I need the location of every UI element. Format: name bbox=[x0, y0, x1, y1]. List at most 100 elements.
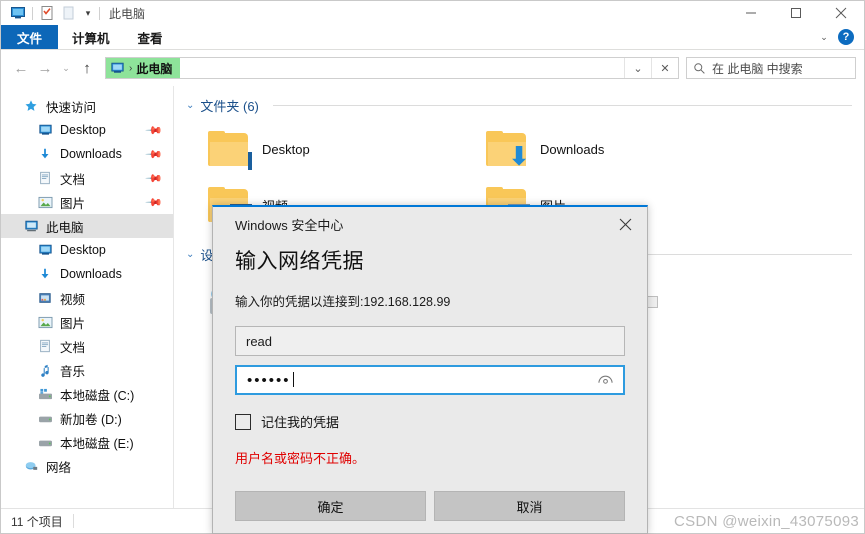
system-drive-icon bbox=[37, 386, 53, 402]
address-dropdown-icon[interactable]: ⌄ bbox=[624, 58, 651, 78]
sidebar-item-network[interactable]: 网络 bbox=[1, 454, 173, 478]
sidebar-item-label: 本地磁盘 (E:) bbox=[60, 436, 134, 451]
title-bar: ▾ 此电脑 bbox=[1, 1, 864, 25]
pin-icon[interactable]: 📌 bbox=[145, 121, 164, 139]
sidebar-item-label: 文档 bbox=[60, 340, 86, 355]
folders-group-header[interactable]: ⌄ 文件夹 (6) bbox=[186, 96, 864, 115]
star-icon bbox=[23, 98, 39, 114]
address-field[interactable]: › 此电脑 ⌄ ✕ bbox=[105, 57, 679, 79]
new-folder-icon[interactable] bbox=[58, 2, 80, 24]
drive-icon bbox=[37, 434, 53, 450]
sidebar-item-desktop[interactable]: Desktop bbox=[1, 238, 173, 262]
help-icon[interactable]: ? bbox=[838, 29, 854, 45]
picture-icon bbox=[37, 194, 53, 210]
username-value: read bbox=[246, 333, 273, 349]
breadcrumb-label: 此电脑 bbox=[136, 61, 173, 76]
sidebar-item-label: Downloads bbox=[60, 267, 122, 281]
windows-security-dialog: Windows 安全中心 输入网络凭据 输入你的凭据以连接到:192.168.1… bbox=[212, 205, 648, 534]
recent-locations-icon[interactable]: ⌄ bbox=[57, 55, 75, 81]
back-button[interactable]: ← bbox=[9, 55, 33, 81]
folder-icon bbox=[208, 131, 252, 170]
group-title: 文件夹 (6) bbox=[200, 99, 259, 114]
error-message: 用户名或密码不正确。 bbox=[235, 451, 366, 466]
folder-name: Desktop bbox=[262, 141, 310, 157]
breadcrumb[interactable]: › 此电脑 bbox=[106, 58, 181, 78]
monitor-icon bbox=[248, 152, 252, 170]
sidebar-item-label: 音乐 bbox=[60, 364, 86, 379]
chevron-down-icon[interactable]: ⌄ bbox=[186, 249, 194, 260]
tab-file[interactable]: 文件 bbox=[1, 25, 59, 49]
pin-icon[interactable]: 📌 bbox=[145, 145, 164, 163]
address-stop-icon[interactable]: ✕ bbox=[651, 58, 678, 78]
ok-button[interactable]: 确定 bbox=[235, 491, 426, 521]
toolbar-divider bbox=[32, 6, 33, 20]
ribbon-right-controls: ⌄ ? bbox=[816, 25, 860, 49]
search-input[interactable]: 在 此电脑 中搜索 bbox=[686, 57, 856, 79]
dialog-title-bar: Windows 安全中心 bbox=[213, 207, 647, 241]
maximize-button[interactable] bbox=[773, 1, 818, 25]
sidebar-item-label: 快速访问 bbox=[46, 100, 97, 115]
tab-computer[interactable]: 计算机 bbox=[58, 25, 124, 49]
sidebar-item-label: Downloads bbox=[60, 147, 122, 161]
search-placeholder: 在 此电脑 中搜索 bbox=[712, 61, 803, 76]
chevron-down-icon[interactable]: ⌄ bbox=[186, 100, 194, 111]
download-icon bbox=[37, 266, 53, 282]
password-field[interactable]: •••••• bbox=[235, 365, 625, 395]
sidebar-item-downloads-qa[interactable]: Downloads 📌 bbox=[1, 142, 173, 166]
sidebar-item-label: Desktop bbox=[60, 123, 106, 137]
checkbox-label: 记住我的凭据 bbox=[261, 415, 340, 430]
remember-credentials-checkbox[interactable]: 记住我的凭据 bbox=[235, 412, 625, 431]
chevron-down-icon[interactable]: ⌄ bbox=[816, 32, 832, 43]
tab-view[interactable]: 查看 bbox=[124, 25, 177, 49]
dialog-buttons: 确定 取消 bbox=[235, 491, 625, 521]
sidebar-item-label: 新加卷 (D:) bbox=[60, 412, 122, 427]
up-button[interactable]: ↑ bbox=[75, 55, 99, 81]
minimize-button[interactable] bbox=[728, 1, 773, 25]
cancel-button[interactable]: 取消 bbox=[434, 491, 625, 521]
forward-button[interactable]: → bbox=[33, 55, 57, 81]
close-button[interactable] bbox=[818, 1, 864, 25]
properties-icon[interactable] bbox=[36, 2, 58, 24]
sidebar-item-label: 此电脑 bbox=[46, 220, 84, 235]
username-field[interactable]: read bbox=[235, 326, 625, 356]
watermark: CSDN @weixin_43075093 bbox=[674, 513, 859, 530]
pin-icon[interactable]: 📌 bbox=[145, 169, 164, 187]
sidebar-item-local-disk-c[interactable]: 本地磁盘 (C:) bbox=[1, 382, 173, 406]
dialog-close-button[interactable] bbox=[603, 207, 647, 241]
checkbox-box[interactable] bbox=[235, 413, 251, 430]
quick-access-dropdown-icon[interactable]: ▾ bbox=[80, 2, 96, 24]
sidebar-item-desktop-qa[interactable]: Desktop 📌 bbox=[1, 118, 173, 142]
sidebar-item-documents[interactable]: 文档 bbox=[1, 334, 173, 358]
sidebar-item-downloads[interactable]: Downloads bbox=[1, 262, 173, 286]
monitor-icon[interactable] bbox=[7, 2, 29, 24]
computer-icon bbox=[23, 218, 39, 234]
sidebar-item-local-disk-e[interactable]: 本地磁盘 (E:) bbox=[1, 430, 173, 454]
drive-icon bbox=[37, 410, 53, 426]
sidebar-item-pictures[interactable]: 图片 bbox=[1, 310, 173, 334]
dialog-heading: 输入网络凭据 bbox=[235, 250, 364, 273]
folder-item-desktop[interactable]: Desktop bbox=[186, 121, 464, 177]
sidebar-item-quick-access[interactable]: 快速访问 bbox=[1, 94, 173, 118]
folder-item-downloads[interactable]: ⬇ Downloads bbox=[464, 121, 742, 177]
computer-icon bbox=[111, 62, 124, 73]
dialog-message: 输入你的凭据以连接到:192.168.128.99 bbox=[235, 295, 451, 309]
download-arrow-icon: ⬇ bbox=[508, 141, 530, 171]
eye-icon[interactable] bbox=[598, 373, 613, 388]
sidebar-item-label: 图片 bbox=[60, 316, 86, 331]
sidebar-item-pictures-qa[interactable]: 图片 📌 bbox=[1, 190, 173, 214]
window-title: 此电脑 bbox=[109, 6, 146, 21]
sidebar-item-new-volume-d[interactable]: 新加卷 (D:) bbox=[1, 406, 173, 430]
sidebar-item-label: 图片 bbox=[60, 196, 86, 211]
sidebar-item-documents-qa[interactable]: 文档 📌 bbox=[1, 166, 173, 190]
address-bar: ← → ⌄ ↑ › 此电脑 ⌄ ✕ 在 此电脑 中搜索 bbox=[1, 50, 864, 86]
pin-icon[interactable]: 📌 bbox=[145, 193, 164, 211]
sidebar-item-videos[interactable]: 视频 bbox=[1, 286, 173, 310]
sidebar-item-this-pc[interactable]: 此电脑 bbox=[1, 214, 173, 238]
breadcrumb-separator-icon: › bbox=[129, 62, 133, 74]
sidebar-item-label: 视频 bbox=[60, 292, 86, 307]
window-controls bbox=[728, 1, 864, 25]
monitor-icon bbox=[37, 122, 53, 138]
sidebar-item-music[interactable]: 音乐 bbox=[1, 358, 173, 382]
sidebar-item-label: Desktop bbox=[60, 243, 106, 257]
status-divider bbox=[72, 514, 74, 528]
